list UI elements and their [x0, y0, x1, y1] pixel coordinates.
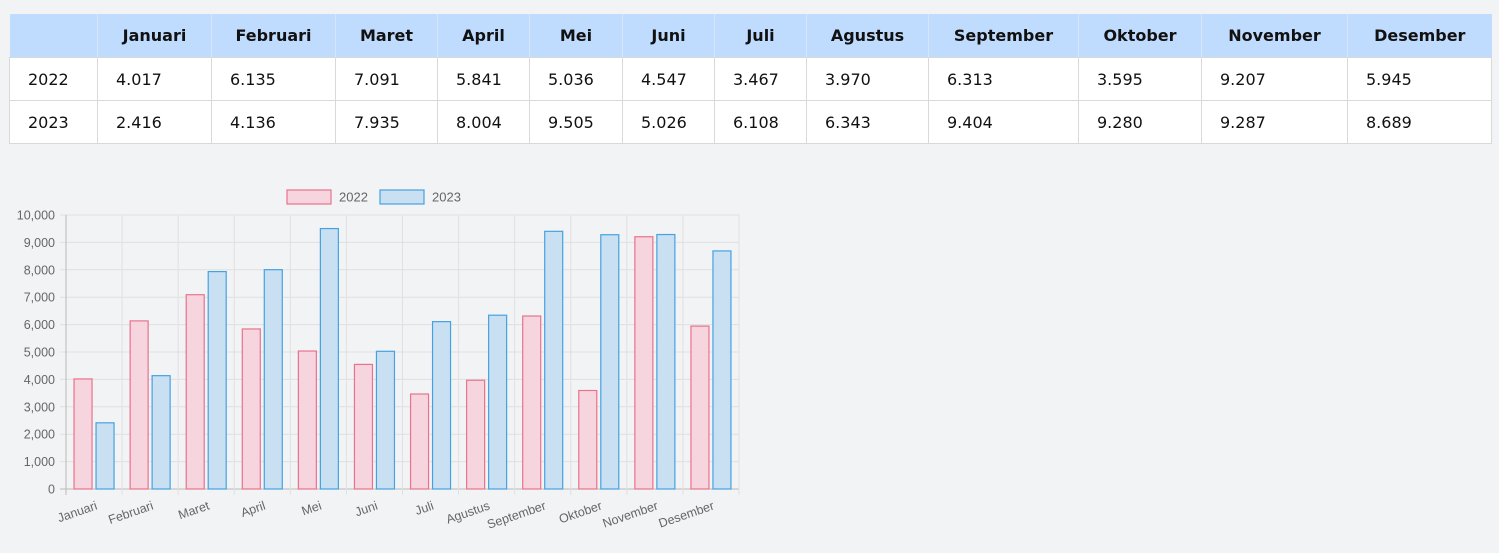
legend-swatch-2023 [379, 189, 425, 205]
legend-swatch-2022 [286, 189, 332, 205]
y-tick-label: 0 [48, 483, 55, 497]
x-tick-label: Oktober [557, 499, 604, 527]
bar-2023-januari [95, 422, 115, 490]
header-cell-month: Oktober [1078, 14, 1202, 58]
table-cell: 9.280 [1078, 100, 1202, 144]
table-cell: 5.036 [529, 57, 623, 101]
table-cell: 4.136 [211, 100, 336, 144]
x-tick-label: Agustus [444, 499, 491, 527]
table-cell: 6.343 [806, 100, 929, 144]
header-cell-month: November [1201, 14, 1348, 58]
sales-table: Januari Februari Maret April Mei Juni Ju… [9, 14, 1492, 144]
bar-2022-februari [129, 320, 149, 490]
bar-2023-maret [207, 270, 227, 490]
bar-2023-agustus [488, 314, 508, 490]
table-cell: 7.091 [335, 57, 438, 101]
header-cell-month: Maret [335, 14, 438, 58]
y-tick-label: 8,000 [24, 263, 55, 277]
y-tick-label: 1,000 [24, 455, 55, 469]
x-tick-label: Mei [300, 499, 324, 519]
table-row: 2023 2.416 4.136 7.935 8.004 9.505 5.026… [9, 100, 1492, 144]
table-cell: 9.505 [529, 100, 623, 144]
y-tick-label: 2,000 [24, 428, 55, 442]
bar-2022-maret [185, 294, 205, 490]
x-tick-label: Januari [56, 499, 99, 526]
table-cell: 4.017 [97, 57, 212, 101]
header-cell-month: April [437, 14, 530, 58]
header-cell-month: Juni [622, 14, 715, 58]
bar-2023-juli [431, 321, 452, 490]
table-cell: 5.945 [1347, 57, 1492, 101]
table-cell: 9.207 [1201, 57, 1348, 101]
table-cell: 5.026 [622, 100, 715, 144]
y-tick-label: 5,000 [24, 346, 55, 360]
header-cell-month: Juli [714, 14, 807, 58]
sales-table-container: Januari Februari Maret April Mei Juni Ju… [9, 14, 1492, 144]
table-cell: 2.416 [97, 100, 212, 144]
row-year-cell: 2023 [9, 100, 98, 144]
bar-2022-juli [409, 393, 430, 490]
legend-label: 2022 [339, 190, 368, 205]
y-tick-label: 7,000 [24, 291, 55, 305]
bar-2023-mei [319, 227, 339, 490]
table-cell: 4.547 [622, 57, 715, 101]
bar-chart-container: 0 1,000 2,000 3,000 4,000 5,000 6,000 7,000 8,00… [0, 180, 750, 548]
bar-2022-januari [73, 378, 93, 490]
x-tick-label: Maret [176, 498, 211, 522]
x-tick-label: Desember [657, 499, 716, 531]
bar-2022-oktober [578, 389, 598, 490]
table-cell: 8.689 [1347, 100, 1492, 144]
table-cell: 8.004 [437, 100, 530, 144]
table-cell: 3.595 [1078, 57, 1202, 101]
y-tick-label: 10,000 [17, 209, 55, 223]
table-cell: 6.313 [928, 57, 1079, 101]
table-cell: 9.404 [928, 100, 1079, 144]
table-cell: 3.970 [806, 57, 929, 101]
table-row: 2022 4.017 6.135 7.091 5.841 5.036 4.547… [9, 57, 1492, 101]
x-tick-label: Juni [353, 499, 379, 520]
y-tick-label: 9,000 [24, 236, 55, 250]
bar-2022-juni [353, 363, 374, 490]
header-cell-month: Mei [529, 14, 623, 58]
header-cell-month: Februari [211, 14, 336, 58]
y-tick-label: 4,000 [24, 373, 55, 387]
table-cell: 6.135 [211, 57, 336, 101]
legend-label: 2023 [432, 190, 461, 205]
x-tick-label: Februari [107, 499, 156, 527]
bar-2022-november [634, 236, 654, 490]
bar-2022-agustus [466, 379, 486, 490]
bar-2022-april [241, 328, 261, 490]
bar-2023-september [544, 230, 564, 490]
x-tick-label: November [601, 499, 660, 531]
bar-2023-juni [375, 350, 396, 490]
bar-2023-februari [151, 375, 171, 490]
table-cell: 3.467 [714, 57, 807, 101]
x-tick-label: April [239, 499, 267, 520]
y-tick-label: 6,000 [24, 318, 55, 332]
x-tick-label: Juli [413, 499, 435, 518]
table-cell: 5.841 [437, 57, 530, 101]
header-cell-month: September [928, 14, 1079, 58]
bar-2022-september [522, 315, 542, 490]
bar-2022-desember [690, 325, 710, 490]
header-cell-month: Desember [1347, 14, 1492, 58]
bar-2023-oktober [600, 234, 620, 490]
table-header-row: Januari Februari Maret April Mei Juni Ju… [9, 14, 1492, 58]
y-tick-label: 3,000 [24, 400, 55, 414]
bar-2022-mei [297, 350, 317, 490]
table-cell: 6.108 [714, 100, 807, 144]
row-year-cell: 2022 [9, 57, 98, 101]
bar-2023-november [656, 233, 676, 490]
x-tick-label: September [485, 499, 547, 532]
table-cell: 9.287 [1201, 100, 1348, 144]
bar-2023-desember [712, 250, 732, 490]
header-cell-year [9, 14, 98, 58]
bar-chart: 0 1,000 2,000 3,000 4,000 5,000 6,000 7,000 8,00… [17, 189, 740, 532]
header-cell-month: Agustus [806, 14, 929, 58]
bar-2023-april [263, 269, 283, 490]
table-cell: 7.935 [335, 100, 438, 144]
header-cell-month: Januari [97, 14, 212, 58]
